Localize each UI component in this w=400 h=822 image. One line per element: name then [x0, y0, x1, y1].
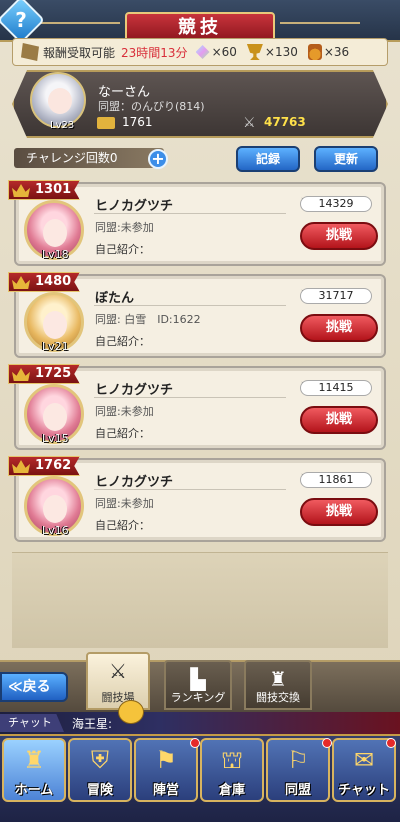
opponent-power: 11415: [300, 380, 372, 396]
reward-label: 報酬受取可能: [43, 45, 116, 60]
crown-icon: [12, 368, 30, 381]
opponent-intro: 自己紹介：: [95, 335, 150, 348]
castle-icon: ♜: [23, 746, 45, 774]
rank-badge: 1301: [8, 180, 80, 200]
tab-exchange-label: 闘技交換: [256, 691, 300, 704]
opponent-name: ヒノカグツチ: [95, 199, 174, 214]
challenge-button[interactable]: 挑戦: [300, 222, 378, 250]
crossed-swords-icon: ⚔: [243, 115, 256, 131]
podium-icon: ▙: [190, 667, 206, 691]
gold-icon: [97, 117, 115, 129]
opponent-alliance: 同盟: 白雪 ID:1622: [95, 313, 201, 326]
opponent-name: ヒノカグツチ: [95, 383, 174, 398]
chat-message: 海王星:: [72, 717, 113, 731]
nav-camp-label: 陣営: [152, 783, 179, 798]
crown-icon: [12, 184, 30, 197]
divider: [94, 489, 286, 490]
tab-ranking-label: ランキング: [170, 691, 226, 704]
rank-badge: 1480: [8, 272, 80, 292]
rank-badge: 1762: [8, 456, 80, 476]
opponent-level: Lv21: [42, 340, 69, 353]
divider: [94, 305, 286, 306]
opponent-name: ヒノカグツチ: [95, 475, 174, 490]
trophy-icon: ♜: [269, 667, 287, 691]
back-button[interactable]: ≪戻る: [0, 672, 68, 702]
rank-badge: 1725: [8, 364, 80, 384]
trophy-count: ×130: [264, 45, 298, 59]
divider: [94, 397, 286, 398]
notification-dot: [386, 738, 396, 748]
nav-home[interactable]: ♜ ホーム: [2, 738, 66, 802]
crossed-swords-icon: ⚔: [109, 659, 127, 683]
tab-exchange[interactable]: ♜ 闘技交換: [244, 660, 312, 710]
nav-storage[interactable]: ⛫ 倉庫: [200, 738, 264, 802]
cannon-icon: ⛫: [220, 746, 244, 774]
opponent-power: 31717: [300, 288, 372, 304]
reward-timer: 23時間13分: [121, 45, 188, 60]
flag-icon: ⚑: [155, 746, 177, 774]
crown-icon: [12, 460, 30, 473]
nav-adventure-label: 冒険: [86, 783, 113, 798]
nav-chat[interactable]: ✉ チャット: [332, 738, 396, 802]
medal-count: ×36: [323, 45, 350, 59]
refresh-button[interactable]: 更新: [314, 146, 378, 172]
nav-alliance-label: 同盟: [284, 783, 311, 798]
trophy-icon: [246, 44, 263, 60]
challenge-count: チャレンジ回数0: [14, 148, 164, 168]
nav-adventure[interactable]: ⛨ 冒険: [68, 738, 132, 802]
mascot-icon[interactable]: [118, 700, 144, 724]
list-empty-area: [12, 552, 388, 648]
banner-icon: ⚐: [287, 746, 309, 774]
rank-number: 1480: [35, 274, 72, 289]
opponent-alliance: 同盟:未参加: [95, 221, 154, 234]
opponent-intro: 自己紹介：: [95, 519, 150, 532]
question-icon: ?: [15, 8, 27, 32]
crystal-icon: [195, 45, 210, 59]
chat-tag: チャット: [0, 714, 64, 732]
scroll-icon: ✉: [353, 746, 375, 774]
opponent-name: ぼたん: [95, 291, 135, 306]
opponent-level: Lv18: [42, 248, 69, 261]
reward-bar[interactable]: 報酬受取可能 23時間13分 ×60 ×130 ×36: [12, 38, 388, 66]
opponent-alliance: 同盟:未参加: [95, 497, 154, 510]
header-ornament-right: [280, 22, 360, 24]
divider: [94, 213, 286, 214]
player-gold: 1761: [122, 115, 153, 129]
opponent-intro: 自己紹介：: [95, 243, 150, 256]
opponent-level: Lv15: [42, 432, 69, 445]
record-button[interactable]: 記録: [236, 146, 300, 172]
rank-number: 1725: [35, 366, 72, 381]
add-challenge-button[interactable]: +: [148, 149, 168, 169]
opponent-level: Lv16: [42, 524, 69, 537]
challenge-button[interactable]: 挑戦: [300, 498, 378, 526]
player-power: 47763: [264, 115, 306, 129]
opponent-intro: 自己紹介：: [95, 427, 150, 440]
nav-camp[interactable]: ⚑ 陣営: [134, 738, 198, 802]
challenge-button[interactable]: 挑戦: [300, 406, 378, 434]
rank-number: 1762: [35, 458, 72, 473]
nav-home-label: ホーム: [14, 783, 54, 798]
crown-icon: [12, 276, 30, 289]
challenge-button[interactable]: 挑戦: [300, 314, 378, 342]
rank-number: 1301: [35, 182, 72, 197]
player-alliance: 同盟：のんびり(814): [98, 100, 205, 113]
shield-icon: ⛨: [91, 746, 109, 774]
header-ornament-left: [40, 22, 120, 24]
notification-dot: [190, 738, 200, 748]
nav-storage-label: 倉庫: [218, 783, 245, 798]
nav-alliance[interactable]: ⚐ 同盟: [266, 738, 330, 802]
opponent-power: 11861: [300, 472, 372, 488]
crystal-count: ×60: [211, 45, 237, 59]
scroll-icon: [21, 43, 39, 61]
notification-dot: [322, 738, 332, 748]
tab-ranking[interactable]: ▙ ランキング: [164, 660, 232, 710]
opponent-alliance: 同盟:未参加: [95, 405, 154, 418]
opponent-power: 14329: [300, 196, 372, 212]
medal-icon: [307, 44, 322, 60]
tab-arena[interactable]: ⚔ 闘技場: [86, 652, 150, 710]
nav-chat-label: チャット: [338, 783, 390, 798]
player-level: Lv23: [50, 120, 75, 131]
